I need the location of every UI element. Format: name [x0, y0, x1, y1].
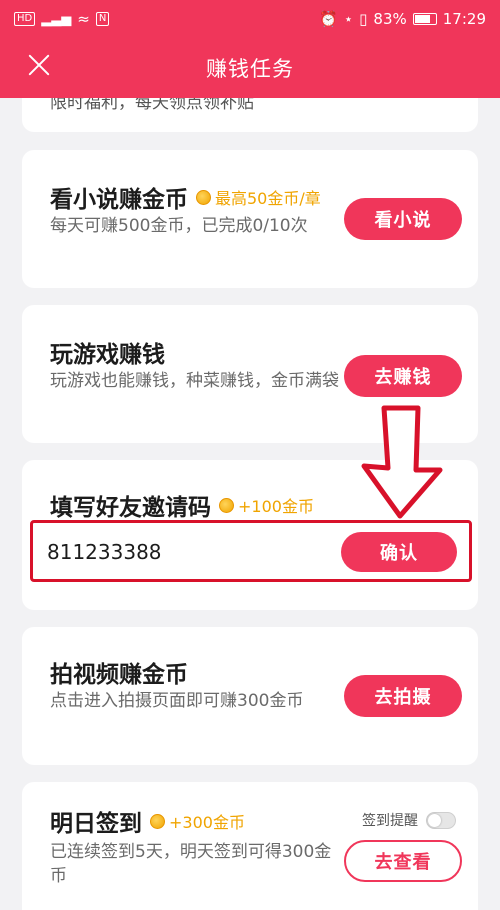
- bluetooth-icon: ⋆: [343, 10, 354, 28]
- task-title: 玩游戏赚钱: [50, 342, 165, 368]
- task-desc: 每天可赚500金币，已完成0/10次: [50, 216, 308, 236]
- task-title: 填写好友邀请码: [50, 495, 211, 521]
- reminder-label: 签到提醒: [362, 813, 418, 829]
- reward-badge: 最高50金币/章: [196, 185, 321, 209]
- coin-icon: [150, 813, 165, 829]
- vibrate-icon: ▯: [359, 10, 368, 28]
- task-desc: 玩游戏也能赚钱，种菜赚钱，金币满袋: [50, 371, 339, 391]
- task-card-checkin: 明日签到 +300金币 签到提醒 已连续签到5天，明天签到可得300金币 去查看: [22, 782, 478, 910]
- signal-icon: ▂▃▅: [41, 11, 72, 27]
- battery-icon: [412, 13, 437, 25]
- task-title: 明日签到: [50, 811, 142, 837]
- page-title: 赚钱任务: [206, 57, 294, 81]
- clock: 17:29: [442, 10, 486, 28]
- header: 赚钱任务: [0, 38, 500, 98]
- reward-badge: +100金币: [219, 493, 314, 517]
- checkin-reminder: 签到提醒: [362, 810, 456, 830]
- task-title: 看小说赚金币: [50, 187, 188, 213]
- close-icon[interactable]: [22, 48, 56, 82]
- task-desc: 点击进入拍摄页面即可赚300金币: [50, 691, 304, 711]
- task-card-video: 拍视频赚金币 点击进入拍摄页面即可赚300金币 去拍摄: [22, 627, 478, 765]
- nfc-badge: N: [95, 12, 110, 26]
- invite-code-input[interactable]: [47, 537, 317, 567]
- shoot-video-button[interactable]: 去拍摄: [344, 675, 462, 717]
- view-checkin-button[interactable]: 去查看: [344, 840, 462, 882]
- wifi-icon: ≈: [77, 10, 90, 28]
- task-card-novel: 看小说赚金币 最高50金币/章 每天可赚500金币，已完成0/10次 看小说: [22, 150, 478, 288]
- coin-icon: [219, 497, 234, 513]
- confirm-button[interactable]: 确认: [341, 532, 457, 572]
- status-bar: HD ▂▃▅ ≈ N ⏰ ⋆ ▯ 83% 17:29: [0, 0, 500, 38]
- task-title: 拍视频赚金币: [50, 662, 188, 688]
- reward-badge: +300金币: [150, 809, 245, 833]
- task-desc: 已连续签到5天，明天签到可得300金币: [50, 842, 332, 886]
- top-bar: HD ▂▃▅ ≈ N ⏰ ⋆ ▯ 83% 17:29 赚钱任务: [0, 0, 500, 98]
- coin-icon: [196, 189, 211, 205]
- invite-code-highlight: 确认: [30, 520, 472, 582]
- earn-money-button[interactable]: 去赚钱: [344, 355, 462, 397]
- read-novel-button[interactable]: 看小说: [344, 198, 462, 240]
- down-arrow-icon: [361, 405, 443, 519]
- alarm-icon: ⏰: [319, 10, 338, 28]
- hd-badge: HD: [14, 12, 36, 26]
- battery-text: 83%: [373, 10, 407, 28]
- reminder-toggle[interactable]: [426, 811, 456, 829]
